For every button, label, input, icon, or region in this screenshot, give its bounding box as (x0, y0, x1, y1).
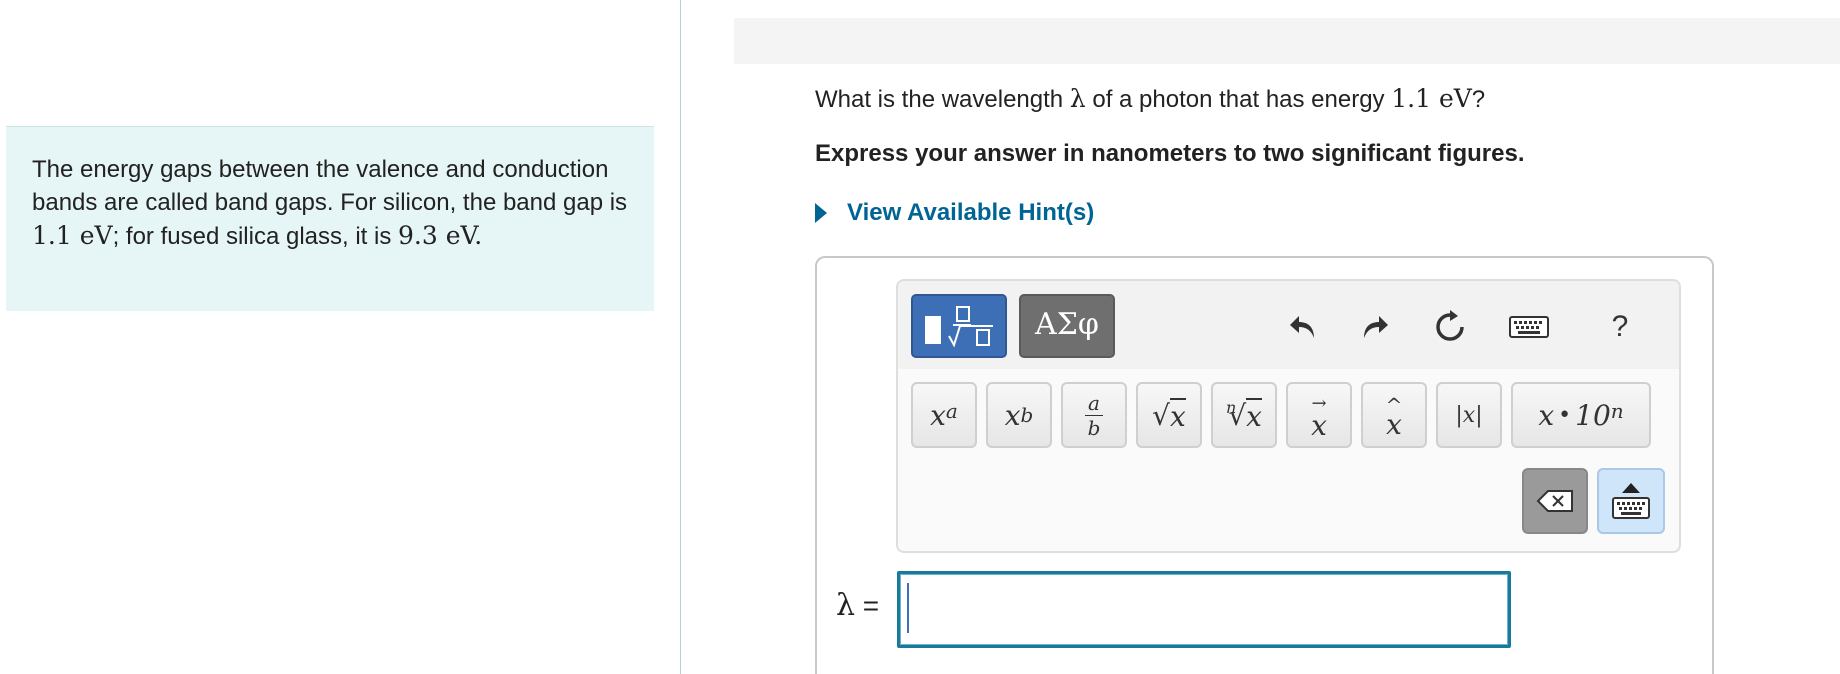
absolute-value-key[interactable]: |x| (1436, 382, 1502, 448)
answer-instruction: Express your answer in nanometers to two… (815, 140, 1525, 167)
nth-root-key[interactable]: n √ x (1211, 382, 1277, 448)
help-button[interactable]: ? (1598, 307, 1642, 347)
reset-button[interactable] (1428, 307, 1472, 347)
silicon-gap-value: 1.1 eV (32, 221, 113, 250)
math-templates-mode-button[interactable] (911, 294, 1007, 358)
vector-key[interactable]: → x (1286, 382, 1352, 448)
toggle-keyboard-key[interactable] (1597, 468, 1665, 534)
lambda-symbol: λ (1069, 84, 1086, 113)
view-hints-toggle[interactable]: View Available Hint(s) (815, 199, 1094, 227)
answer-label: λ = (836, 588, 880, 623)
math-editor-toolbar: ΑΣφ ? xa x b a b √ x n √ x → x ^ x |x| x… (896, 279, 1681, 553)
intro-box: The energy gaps between the valence and … (6, 126, 654, 311)
undo-icon (1290, 316, 1314, 338)
superscript-key[interactable]: xa (911, 382, 977, 448)
header-strip (734, 18, 1840, 64)
caret-up-icon (1622, 483, 1640, 493)
text-caret (907, 583, 909, 633)
reset-icon (1436, 310, 1464, 341)
scientific-notation-key[interactable]: x • 10 n (1511, 382, 1651, 448)
backspace-key[interactable] (1522, 468, 1588, 534)
keyboard-icon (1509, 316, 1549, 338)
view-hints-label: View Available Hint(s) (847, 199, 1095, 226)
expand-triangle-icon (815, 203, 827, 223)
keyboard-icon (1612, 497, 1650, 519)
column-divider (680, 0, 681, 674)
greek-symbols-mode-button[interactable]: ΑΣφ (1019, 294, 1115, 358)
redo-icon (1364, 316, 1388, 338)
keyboard-shortcuts-button[interactable] (1507, 307, 1551, 347)
subscript-key[interactable]: xb (986, 382, 1052, 448)
answer-input[interactable] (897, 571, 1511, 648)
question-text: What is the wavelength λ of a photon tha… (815, 84, 1486, 113)
energy-value: 1.1 eV (1391, 84, 1472, 113)
redo-button[interactable] (1353, 307, 1397, 347)
intro-text: The energy gaps between the valence and … (32, 156, 628, 250)
glass-gap-value: 9.3 eV (398, 221, 475, 250)
templates-icon (925, 306, 993, 348)
undo-button[interactable] (1281, 307, 1325, 347)
fraction-key[interactable]: a b (1061, 382, 1127, 448)
square-root-key[interactable]: √ x (1136, 382, 1202, 448)
backspace-icon (1536, 490, 1573, 512)
hat-key[interactable]: ^ x (1361, 382, 1427, 448)
